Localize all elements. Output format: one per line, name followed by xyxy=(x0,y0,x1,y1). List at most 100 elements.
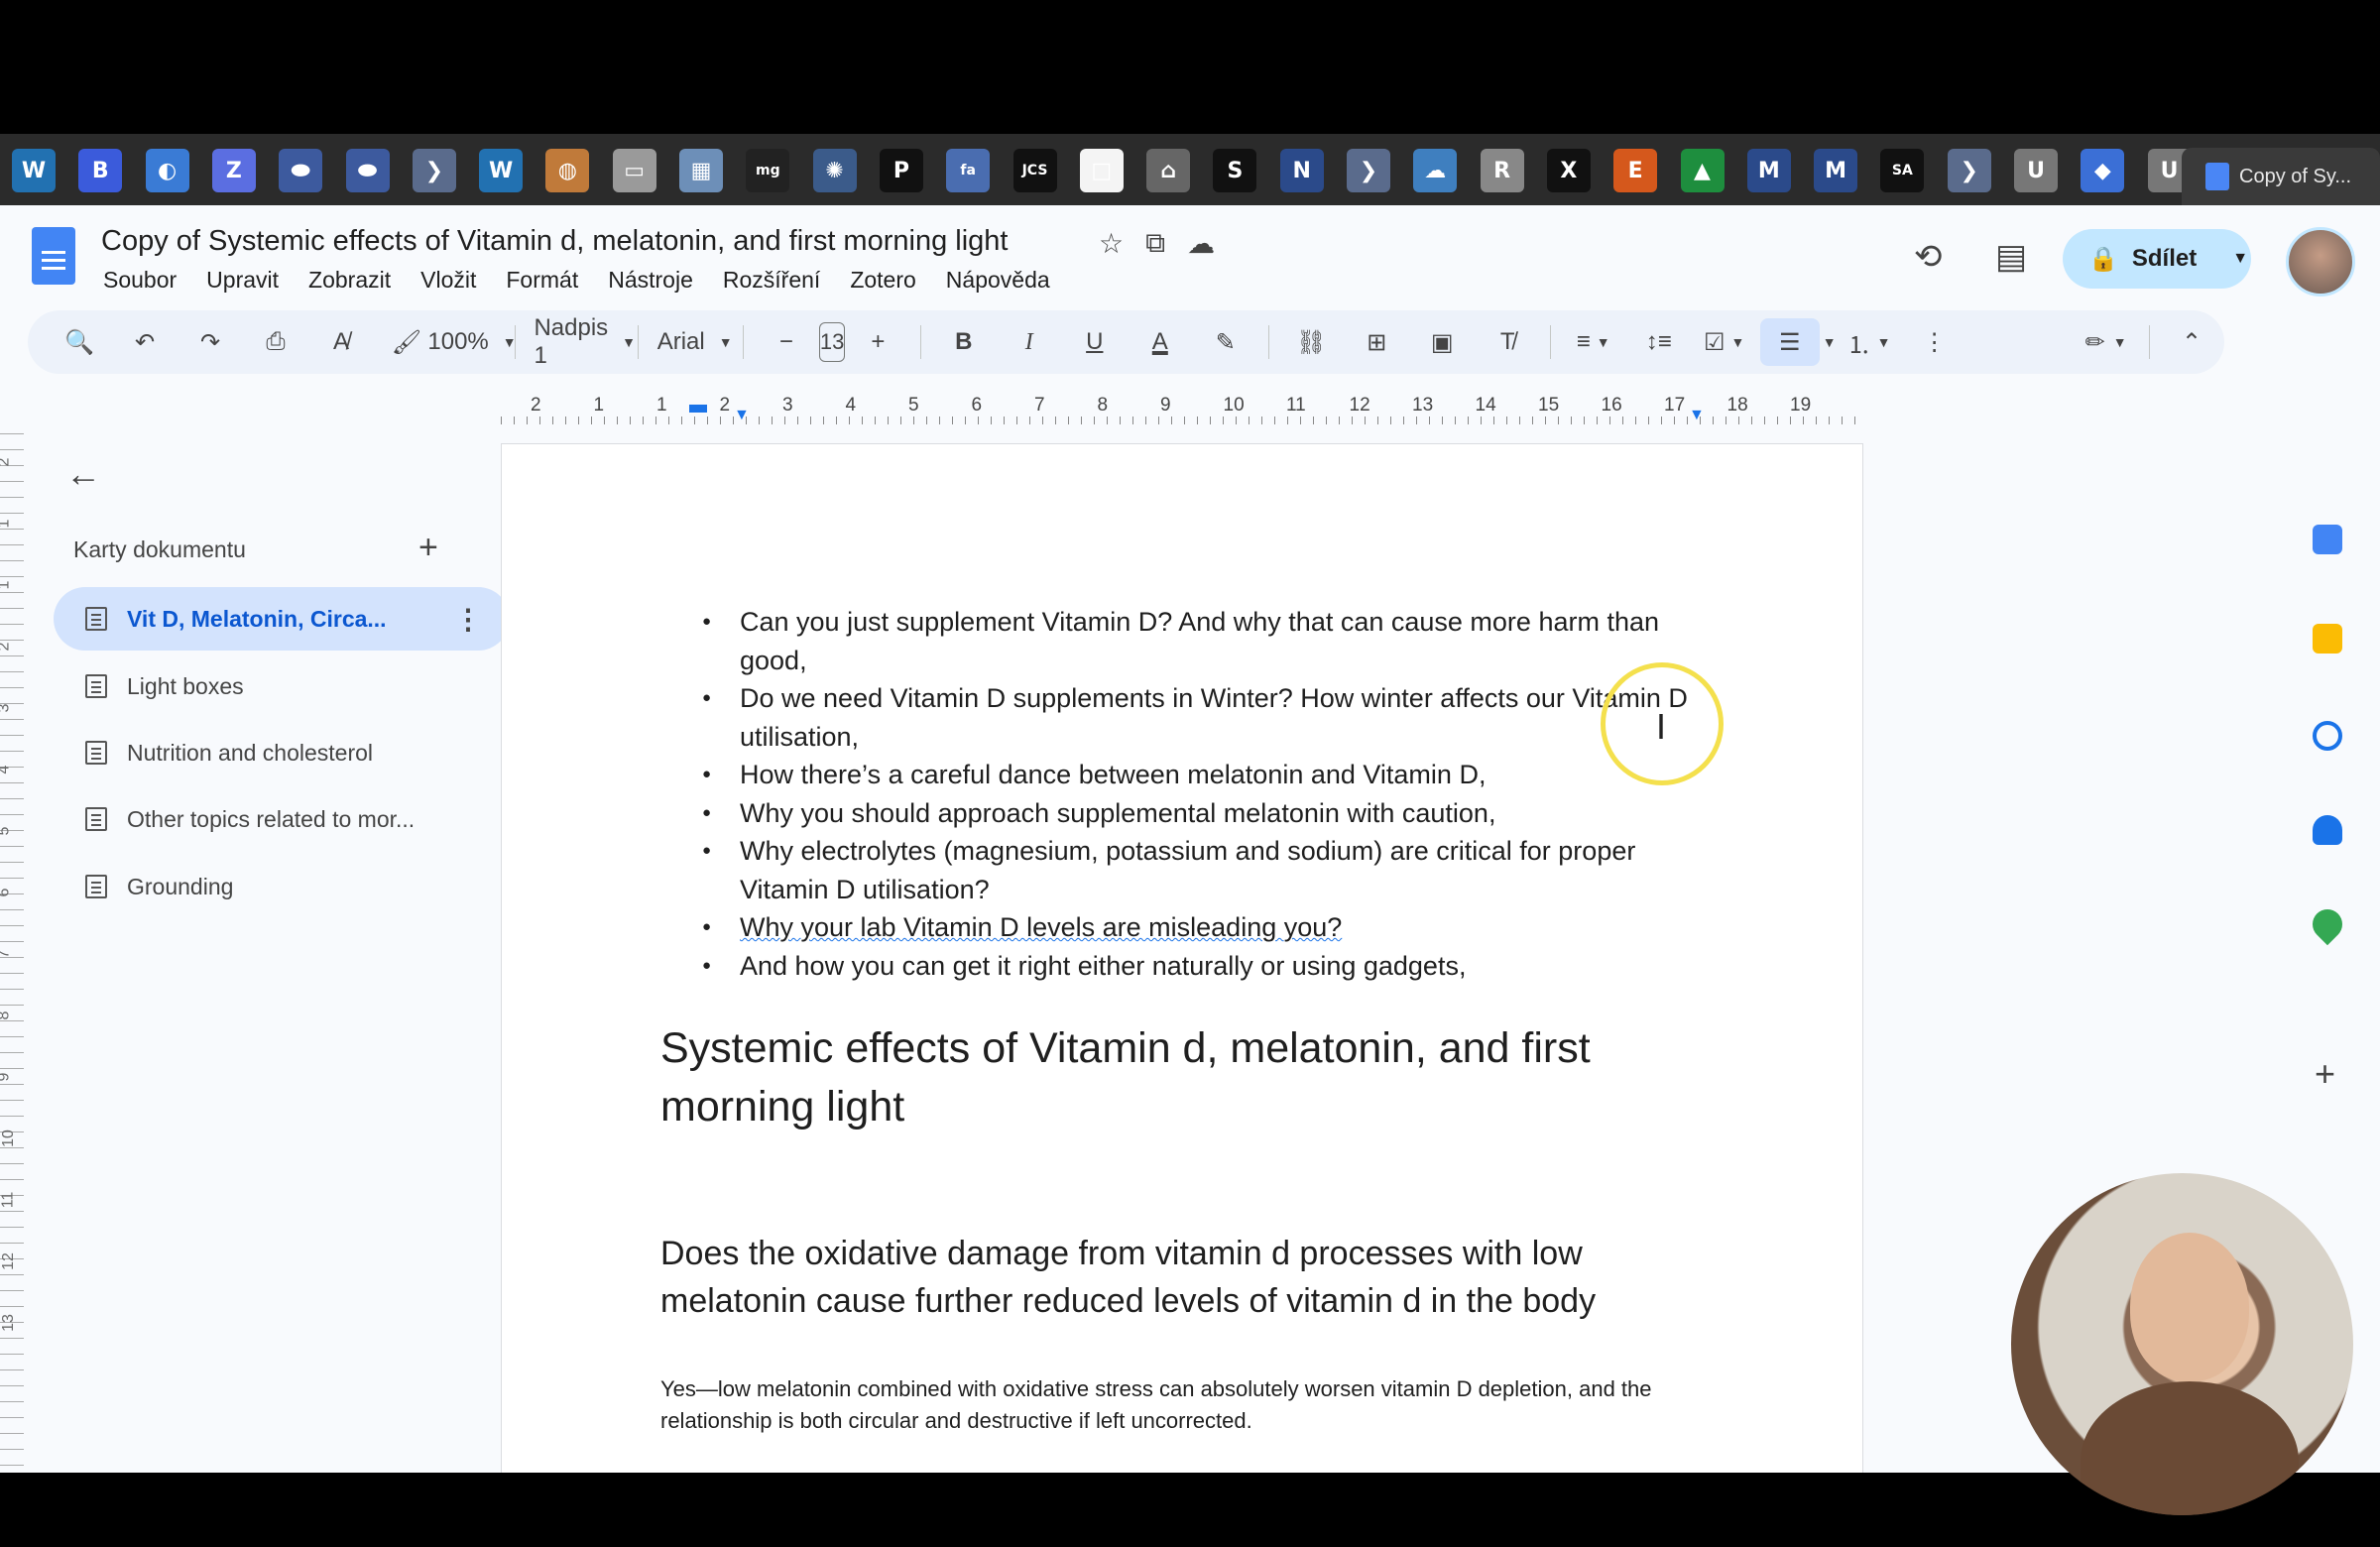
first-line-indent-marker[interactable] xyxy=(689,405,707,413)
sidebar-item-light-boxes[interactable]: Light boxes xyxy=(54,654,510,718)
cloud-app-icon[interactable]: ☁ xyxy=(1413,149,1458,192)
white-square-icon[interactable]: □ xyxy=(1079,149,1124,192)
line-spacing-icon[interactable]: ↕≡ xyxy=(1629,318,1689,366)
sci-am-icon[interactable]: SA xyxy=(1880,149,1925,192)
undo-icon[interactable]: ↶ xyxy=(115,318,175,366)
pill-blue-icon-2[interactable]: ⬬ xyxy=(345,149,390,192)
hide-menus-icon[interactable]: ⌃ xyxy=(2162,318,2221,366)
spellcheck-icon[interactable]: A̸ xyxy=(311,318,371,366)
left-indent-marker[interactable]: ▼ xyxy=(734,407,750,424)
add-tab-icon[interactable]: + xyxy=(418,529,438,567)
text-color-icon[interactable]: A xyxy=(1130,318,1190,366)
redo-icon[interactable]: ↷ xyxy=(180,318,240,366)
search-menus-icon[interactable]: 🔍 xyxy=(50,318,109,366)
coin-icon[interactable]: ◍ xyxy=(545,149,590,192)
decrease-font-size-button[interactable]: − xyxy=(757,318,816,366)
avatar[interactable] xyxy=(2286,227,2355,297)
chevron-app-icon[interactable]: ❯ xyxy=(412,149,456,192)
align-icon[interactable]: ≡ ▼ xyxy=(1564,318,1623,366)
n-app-icon[interactable]: N xyxy=(1279,149,1324,192)
more-vert-icon[interactable]: ⋮ xyxy=(454,603,482,636)
research-icon[interactable]: R xyxy=(1480,149,1524,192)
p-app-icon[interactable]: P xyxy=(879,149,923,192)
checklist-icon[interactable]: ☑ ▼ xyxy=(1695,318,1754,366)
home-app-icon[interactable]: ⌂ xyxy=(1146,149,1191,192)
increase-font-size-button[interactable]: + xyxy=(848,318,907,366)
menu-file[interactable]: Soubor xyxy=(103,267,177,294)
keep-icon[interactable] xyxy=(2313,624,2342,654)
horizontal-ruler[interactable]: 2 1 1 2 3 4 5 6 7 8 9 10 11 12 13 14 15 16 17 18 19 ▼ ▼ xyxy=(501,387,1859,428)
diamond-app-icon[interactable]: ◆ xyxy=(2081,149,2125,192)
menu-zotero[interactable]: Zotero xyxy=(850,267,915,294)
style-select[interactable]: Nadpis 1 ▼ xyxy=(528,314,636,369)
jcs-icon[interactable]: JCS xyxy=(1012,149,1057,192)
sidebar-item-other-topics[interactable]: Other topics related to mor... xyxy=(54,787,510,851)
b-app-icon[interactable]: B xyxy=(78,149,123,192)
m-app-icon[interactable]: M xyxy=(1746,149,1791,192)
sidebar-item-grounding[interactable]: Grounding xyxy=(54,855,510,918)
share-button[interactable]: 🔒 Sdílet ▼ xyxy=(2063,229,2251,289)
highlight-icon[interactable]: ✎ xyxy=(1196,318,1255,366)
sidebar-item-vit-d[interactable]: Vit D, Melatonin, Circa... ⋮ xyxy=(54,587,510,651)
chevron-app-icon-3[interactable]: ❯ xyxy=(1947,149,1991,192)
numbered-list-icon[interactable]: ⒈ ▼ xyxy=(1840,318,1899,366)
active-browser-tab[interactable]: Copy of Sy... xyxy=(2182,148,2380,205)
menu-insert[interactable]: Vložit xyxy=(420,267,476,294)
font-select[interactable]: Arial ▼ xyxy=(652,318,733,366)
add-addon-icon[interactable]: + xyxy=(2315,1053,2335,1095)
blank-app-icon[interactable]: ▭ xyxy=(612,149,656,192)
sidebar-item-nutrition[interactable]: Nutrition and cholesterol xyxy=(54,721,510,784)
u-app-icon[interactable]: U xyxy=(2014,149,2058,192)
back-arrow-icon[interactable]: ← xyxy=(65,453,101,495)
wordpress-icon-2[interactable]: W xyxy=(479,149,524,192)
pill-blue-icon[interactable]: ⬬ xyxy=(279,149,323,192)
zoom-select[interactable]: 100% ▼ xyxy=(427,318,516,366)
x-icon[interactable]: X xyxy=(1546,149,1591,192)
drive-icon[interactable]: ▲ xyxy=(1680,149,1725,192)
insert-image-icon[interactable]: ▣ xyxy=(1412,318,1472,366)
menu-help[interactable]: Nápověda xyxy=(946,267,1050,294)
drop-icon[interactable]: ◐ xyxy=(145,149,189,192)
more-options-icon[interactable]: ⋮ xyxy=(1905,318,1964,366)
editing-mode-icon[interactable]: ✏ ▼ xyxy=(2077,318,2136,366)
menu-tools[interactable]: Nástroje xyxy=(608,267,693,294)
star-icon[interactable]: ☆ xyxy=(1099,227,1124,260)
underline-icon[interactable]: U xyxy=(1065,318,1125,366)
clear-formatting-icon[interactable]: T̸ xyxy=(1478,318,1537,366)
comments-icon[interactable]: ▤ xyxy=(1995,237,2027,277)
calendar-icon[interactable] xyxy=(2313,525,2342,554)
mg-icon[interactable]: mg xyxy=(746,149,790,192)
globe-icon[interactable]: ✺ xyxy=(812,149,857,192)
docs-logo-icon[interactable] xyxy=(32,227,75,285)
z-app-icon[interactable]: Z xyxy=(211,149,256,192)
menu-view[interactable]: Zobrazit xyxy=(308,267,391,294)
etsy-icon[interactable]: E xyxy=(1613,149,1658,192)
bulleted-list-icon[interactable]: ☰ xyxy=(1759,318,1820,366)
map-app-icon[interactable]: ▦ xyxy=(679,149,723,192)
bold-icon[interactable]: B xyxy=(934,318,994,366)
chevron-down-icon[interactable]: ▼ xyxy=(1823,334,1837,350)
italic-icon[interactable]: I xyxy=(1000,318,1059,366)
contacts-icon[interactable] xyxy=(2313,815,2342,845)
menu-edit[interactable]: Upravit xyxy=(206,267,279,294)
version-history-icon[interactable]: ⟲ xyxy=(1914,237,1943,277)
menu-format[interactable]: Formát xyxy=(506,267,578,294)
s-app-icon[interactable]: S xyxy=(1213,149,1257,192)
maps-icon[interactable] xyxy=(2306,902,2349,946)
link-icon[interactable]: ⛓ xyxy=(1281,318,1341,366)
font-size-input[interactable]: 13 xyxy=(818,322,846,362)
add-comment-icon[interactable]: ⊞ xyxy=(1347,318,1406,366)
document-title[interactable]: Copy of Systemic effects of Vitamin d, m… xyxy=(101,225,1008,258)
fa-icon[interactable]: fa xyxy=(946,149,991,192)
cloud-saved-icon[interactable]: ☁ xyxy=(1187,227,1215,260)
tasks-icon[interactable] xyxy=(2313,721,2342,751)
wordpress-icon[interactable]: W xyxy=(12,149,56,192)
move-folder-icon[interactable]: ⧉ xyxy=(1145,227,1165,260)
menu-extensions[interactable]: Rozšíření xyxy=(723,267,820,294)
chevron-app-icon-2[interactable]: ❯ xyxy=(1347,149,1390,192)
share-dropdown-icon[interactable]: ▼ xyxy=(2232,250,2248,268)
document-page[interactable]: Can you just supplement Vitamin D? And w… xyxy=(501,443,1863,1475)
m-app-icon-2[interactable]: M xyxy=(1814,149,1858,192)
right-indent-marker[interactable]: ▼ xyxy=(1689,407,1705,424)
print-icon[interactable]: ⎙ xyxy=(246,318,305,366)
